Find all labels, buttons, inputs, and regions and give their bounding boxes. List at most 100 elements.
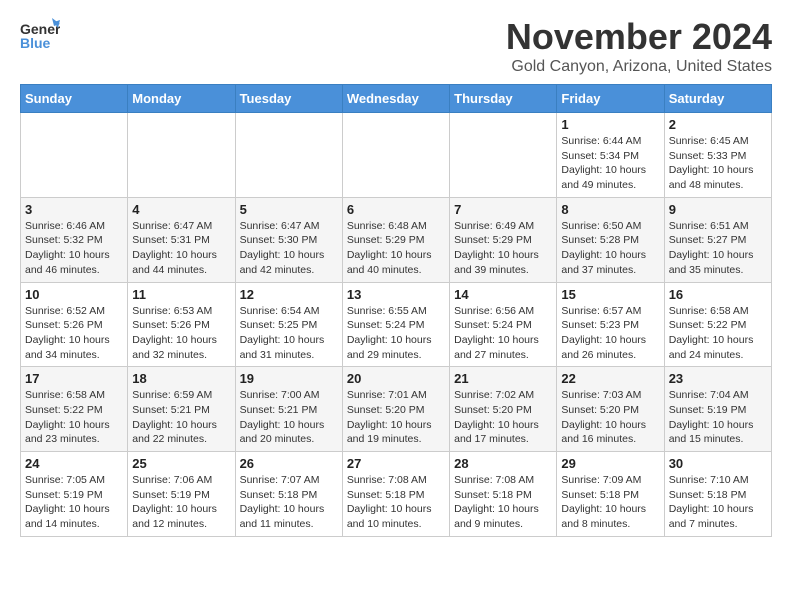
calendar-cell: 15 Sunrise: 6:57 AM Sunset: 5:23 PM Dayli… [557,282,664,367]
day-info: Sunrise: 6:56 AM Sunset: 5:24 PM Dayligh… [454,304,552,363]
calendar-cell: 13 Sunrise: 6:55 AM Sunset: 5:24 PM Dayli… [342,282,449,367]
day-info: Sunrise: 6:47 AM Sunset: 5:30 PM Dayligh… [240,219,338,278]
calendar-week-5: 24 Sunrise: 7:05 AM Sunset: 5:19 PM Dayli… [21,452,772,537]
day-info: Sunrise: 6:58 AM Sunset: 5:22 PM Dayligh… [25,388,123,447]
day-number: 29 [561,456,659,471]
weekday-header-tuesday: Tuesday [235,85,342,113]
day-number: 17 [25,371,123,386]
day-number: 23 [669,371,767,386]
day-number: 21 [454,371,552,386]
calendar-cell [450,113,557,198]
day-info: Sunrise: 7:07 AM Sunset: 5:18 PM Dayligh… [240,473,338,532]
day-number: 14 [454,287,552,302]
calendar-cell: 8Sunrise: 6:50 AM Sunset: 5:28 PM Daylig… [557,197,664,282]
day-number: 3 [25,202,123,217]
day-number: 27 [347,456,445,471]
calendar-cell: 24 Sunrise: 7:05 AM Sunset: 5:19 PM Dayli… [21,452,128,537]
day-number: 12 [240,287,338,302]
calendar-cell: 28Sunrise: 7:08 AM Sunset: 5:18 PM Dayli… [450,452,557,537]
day-info: Sunrise: 6:44 AM Sunset: 5:34 PM Dayligh… [561,134,659,193]
calendar-cell: 29 Sunrise: 7:09 AM Sunset: 5:18 PM Dayli… [557,452,664,537]
calendar-cell: 11 Sunrise: 6:53 AM Sunset: 5:26 PM Dayli… [128,282,235,367]
day-number: 7 [454,202,552,217]
day-number: 22 [561,371,659,386]
day-info: Sunrise: 6:54 AM Sunset: 5:25 PM Dayligh… [240,304,338,363]
title-section: November 2024 Gold Canyon, Arizona, Unit… [506,16,772,76]
day-info: Sunrise: 6:51 AM Sunset: 5:27 PM Dayligh… [669,219,767,278]
calendar-cell [235,113,342,198]
day-number: 10 [25,287,123,302]
calendar-cell: 26 Sunrise: 7:07 AM Sunset: 5:18 PM Dayli… [235,452,342,537]
calendar-cell: 30Sunrise: 7:10 AM Sunset: 5:18 PM Dayli… [664,452,771,537]
calendar-cell: 18 Sunrise: 6:59 AM Sunset: 5:21 PM Dayli… [128,367,235,452]
day-info: Sunrise: 6:58 AM Sunset: 5:22 PM Dayligh… [669,304,767,363]
calendar-week-1: 1 Sunrise: 6:44 AM Sunset: 5:34 PM Daylig… [21,113,772,198]
calendar-cell: 20Sunrise: 7:01 AM Sunset: 5:20 PM Dayli… [342,367,449,452]
calendar-cell: 1 Sunrise: 6:44 AM Sunset: 5:34 PM Daylig… [557,113,664,198]
day-info: Sunrise: 7:02 AM Sunset: 5:20 PM Dayligh… [454,388,552,447]
day-number: 16 [669,287,767,302]
weekday-header-thursday: Thursday [450,85,557,113]
calendar-cell: 12 Sunrise: 6:54 AM Sunset: 5:25 PM Dayli… [235,282,342,367]
calendar-week-3: 10 Sunrise: 6:52 AM Sunset: 5:26 PM Dayli… [21,282,772,367]
day-number: 15 [561,287,659,302]
calendar-cell [342,113,449,198]
day-number: 24 [25,456,123,471]
calendar-cell: 14 Sunrise: 6:56 AM Sunset: 5:24 PM Dayli… [450,282,557,367]
weekday-header-wednesday: Wednesday [342,85,449,113]
day-info: Sunrise: 6:49 AM Sunset: 5:29 PM Dayligh… [454,219,552,278]
calendar-cell: 7 Sunrise: 6:49 AM Sunset: 5:29 PM Daylig… [450,197,557,282]
day-number: 19 [240,371,338,386]
day-number: 11 [132,287,230,302]
day-number: 1 [561,117,659,132]
calendar-cell: 2 Sunrise: 6:45 AM Sunset: 5:33 PM Daylig… [664,113,771,198]
header: General Blue November 2024 Gold Canyon, … [20,16,772,76]
weekday-header-friday: Friday [557,85,664,113]
logo: General Blue [20,16,60,56]
day-info: Sunrise: 7:00 AM Sunset: 5:21 PM Dayligh… [240,388,338,447]
day-number: 6 [347,202,445,217]
day-number: 30 [669,456,767,471]
calendar-cell: 22Sunrise: 7:03 AM Sunset: 5:20 PM Dayli… [557,367,664,452]
day-number: 9 [669,202,767,217]
calendar-cell: 10 Sunrise: 6:52 AM Sunset: 5:26 PM Dayli… [21,282,128,367]
weekday-header-row: SundayMondayTuesdayWednesdayThursdayFrid… [21,85,772,113]
day-info: Sunrise: 6:55 AM Sunset: 5:24 PM Dayligh… [347,304,445,363]
day-info: Sunrise: 7:01 AM Sunset: 5:20 PM Dayligh… [347,388,445,447]
day-info: Sunrise: 6:59 AM Sunset: 5:21 PM Dayligh… [132,388,230,447]
day-number: 2 [669,117,767,132]
weekday-header-saturday: Saturday [664,85,771,113]
day-info: Sunrise: 6:47 AM Sunset: 5:31 PM Dayligh… [132,219,230,278]
calendar-cell: 6 Sunrise: 6:48 AM Sunset: 5:29 PM Daylig… [342,197,449,282]
day-number: 18 [132,371,230,386]
calendar-week-2: 3 Sunrise: 6:46 AM Sunset: 5:32 PM Daylig… [21,197,772,282]
day-info: Sunrise: 7:09 AM Sunset: 5:18 PM Dayligh… [561,473,659,532]
day-info: Sunrise: 6:52 AM Sunset: 5:26 PM Dayligh… [25,304,123,363]
day-info: Sunrise: 6:46 AM Sunset: 5:32 PM Dayligh… [25,219,123,278]
day-number: 25 [132,456,230,471]
calendar-cell: 4 Sunrise: 6:47 AM Sunset: 5:31 PM Daylig… [128,197,235,282]
calendar-table: SundayMondayTuesdayWednesdayThursdayFrid… [20,84,772,537]
svg-text:Blue: Blue [20,35,51,51]
day-info: Sunrise: 7:05 AM Sunset: 5:19 PM Dayligh… [25,473,123,532]
day-info: Sunrise: 6:53 AM Sunset: 5:26 PM Dayligh… [132,304,230,363]
day-number: 13 [347,287,445,302]
day-info: Sunrise: 6:57 AM Sunset: 5:23 PM Dayligh… [561,304,659,363]
day-info: Sunrise: 7:08 AM Sunset: 5:18 PM Dayligh… [454,473,552,532]
day-info: Sunrise: 7:04 AM Sunset: 5:19 PM Dayligh… [669,388,767,447]
calendar-cell: 16 Sunrise: 6:58 AM Sunset: 5:22 PM Dayli… [664,282,771,367]
day-info: Sunrise: 7:08 AM Sunset: 5:18 PM Dayligh… [347,473,445,532]
day-info: Sunrise: 6:45 AM Sunset: 5:33 PM Dayligh… [669,134,767,193]
calendar-cell: 27 Sunrise: 7:08 AM Sunset: 5:18 PM Dayli… [342,452,449,537]
calendar-cell: 25Sunrise: 7:06 AM Sunset: 5:19 PM Dayli… [128,452,235,537]
calendar-cell: 3 Sunrise: 6:46 AM Sunset: 5:32 PM Daylig… [21,197,128,282]
calendar-cell: 9 Sunrise: 6:51 AM Sunset: 5:27 PM Daylig… [664,197,771,282]
location-title: Gold Canyon, Arizona, United States [506,58,772,76]
day-info: Sunrise: 6:48 AM Sunset: 5:29 PM Dayligh… [347,219,445,278]
day-number: 26 [240,456,338,471]
weekday-header-sunday: Sunday [21,85,128,113]
day-number: 4 [132,202,230,217]
month-title: November 2024 [506,16,772,58]
calendar-cell [21,113,128,198]
day-info: Sunrise: 6:50 AM Sunset: 5:28 PM Dayligh… [561,219,659,278]
